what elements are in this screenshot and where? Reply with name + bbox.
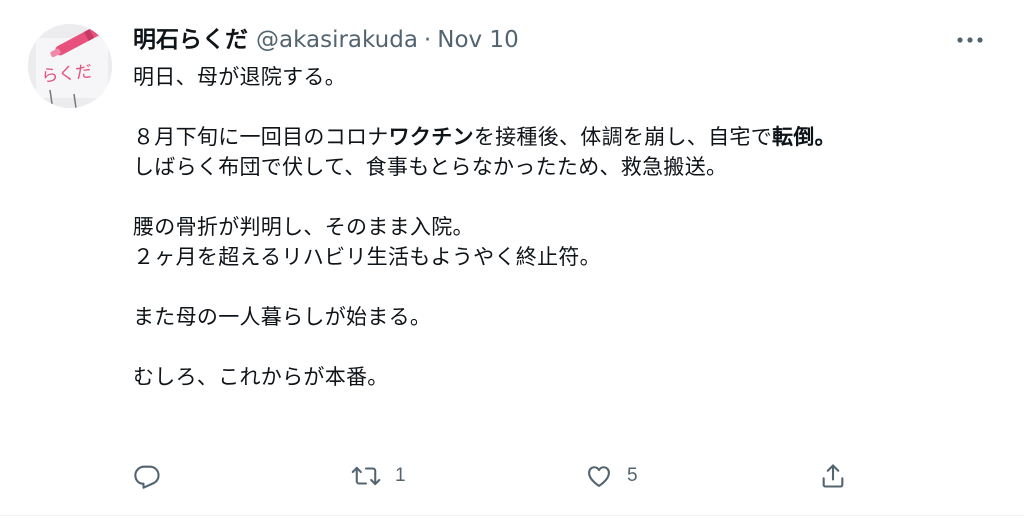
- tweet-text: 明日、母が退院する。 ​ ８月下旬に一回目のコロナワクチンを接種後、体調を崩し、…: [133, 62, 988, 392]
- tweet-line: 明日、母が退院する。: [133, 65, 346, 89]
- display-name[interactable]: 明石らくだ: [133, 24, 248, 56]
- tweet-line: 腰の骨折が判明し、そのまま入院。: [133, 215, 474, 239]
- user-handle[interactable]: @akasirakuda: [256, 24, 418, 56]
- heart-icon: [588, 466, 610, 487]
- avatar-image: らくだ: [28, 24, 112, 108]
- avatar[interactable]: らくだ: [28, 24, 112, 108]
- retweet-count: 1: [395, 465, 406, 486]
- retweet-icon: [351, 466, 381, 486]
- tweet-line: また母の一人暮らしが始まる。: [133, 305, 432, 329]
- tweet-line: ２ヶ月を超えるリハビリ生活もようやく終止符。: [133, 245, 601, 269]
- share-button[interactable]: [819, 456, 847, 496]
- tweet-date[interactable]: Nov 10: [437, 24, 518, 56]
- tweet-body: 明石らくだ @akasirakuda · Nov 10 明日、母が退院する。 ​…: [133, 24, 988, 392]
- tweet-header: 明石らくだ @akasirakuda · Nov 10: [133, 24, 988, 56]
- tweet-bold-text: ワクチン: [388, 125, 474, 149]
- tweet-line: ８月下旬に一回目のコロナ: [133, 125, 389, 149]
- reply-icon: [134, 465, 160, 489]
- reply-button[interactable]: [133, 456, 175, 496]
- retweet-button[interactable]: 1: [351, 456, 406, 496]
- like-count: 5: [627, 465, 638, 486]
- more-options-button[interactable]: [952, 28, 988, 52]
- tweet-line: しばらく布団で伏して、食事もとらなかったため、救急搬送。: [133, 155, 728, 179]
- tweet-line: むしろ、これからが本番。: [133, 365, 389, 389]
- tweet-line: を接種後、体調を崩し、自宅で: [473, 125, 773, 149]
- separator-dot: ·: [423, 27, 432, 53]
- tweet-actions: 1 5: [133, 456, 873, 496]
- share-icon: [822, 464, 844, 488]
- tweet-card[interactable]: らくだ 明石らくだ @akasirakuda · Nov 10 明日、母が退院す…: [0, 0, 1024, 516]
- tweet-bold-text: 転倒。: [772, 125, 836, 149]
- like-button[interactable]: 5: [585, 456, 638, 496]
- more-horizontal-icon: [957, 37, 983, 43]
